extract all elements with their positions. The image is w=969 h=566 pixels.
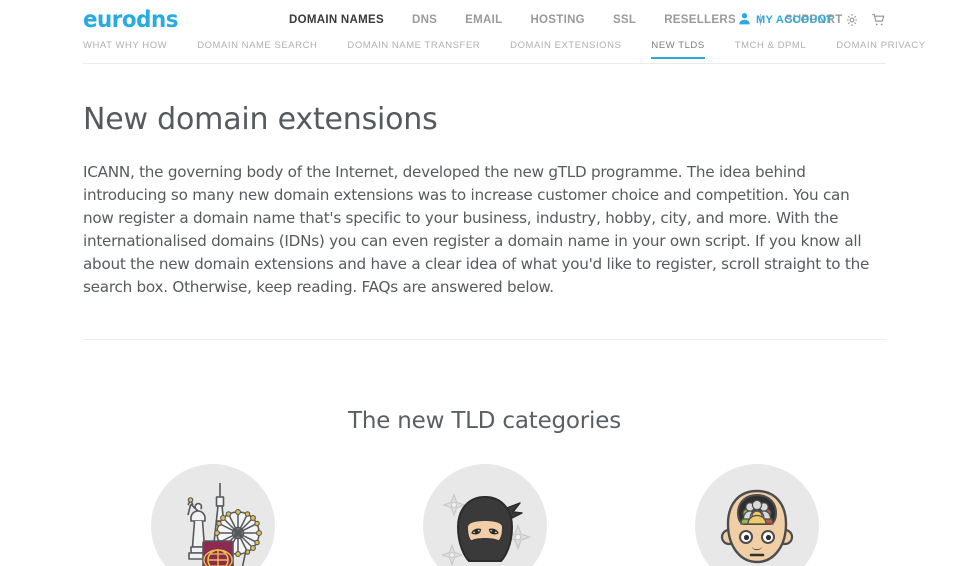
account-area: MY ACCOUNT [738, 0, 886, 40]
subnav-item-domain-name-search[interactable]: DOMAIN NAME SEARCH [197, 40, 317, 58]
main-content: New domain extensions ICANN, the governi… [0, 102, 969, 566]
header-top-bar: eurodns DOMAIN NAMES DNS EMAIL HOSTING S… [83, 0, 886, 40]
section-divider [83, 339, 886, 340]
site-logo[interactable]: eurodns [83, 8, 178, 32]
section-title-tld-categories: The new TLD categories [348, 408, 621, 434]
sub-navigation: WHAT WHY HOW DOMAIN NAME SEARCH DOMAIN N… [83, 40, 925, 64]
subnav-item-domain-name-transfer[interactable]: DOMAIN NAME TRANSFER [347, 40, 480, 58]
subnav-item-what-why-how[interactable]: WHAT WHY HOW [83, 40, 167, 58]
nav-item-email[interactable]: EMAIL [451, 0, 516, 40]
user-icon [738, 12, 751, 28]
category-item [694, 464, 819, 566]
nav-item-hosting[interactable]: HOSTING [516, 0, 599, 40]
landmarks-passport-icon[interactable] [150, 464, 275, 566]
my-account-link[interactable]: MY ACCOUNT [738, 12, 833, 28]
subnav-item-domain-extensions[interactable]: DOMAIN EXTENSIONS [510, 40, 621, 58]
my-account-label: MY ACCOUNT [756, 14, 833, 26]
subnav-item-domain-privacy[interactable]: DOMAIN PRIVACY [836, 40, 925, 58]
category-item [150, 464, 275, 566]
gear-icon[interactable] [845, 13, 859, 27]
nav-item-dns[interactable]: DNS [398, 0, 451, 40]
nav-item-ssl[interactable]: SSL [599, 0, 650, 40]
tld-category-list [83, 464, 886, 566]
subnav-item-tmch-dpml[interactable]: TMCH & DPML [735, 40, 807, 58]
intro-paragraph: ICANN, the governing body of the Interne… [83, 163, 870, 296]
subnav-item-new-tlds[interactable]: NEW TLDS [651, 40, 706, 59]
ninja-head-icon[interactable] [422, 464, 547, 566]
nav-item-domain-names[interactable]: DOMAIN NAMES [275, 0, 398, 40]
nav-item-resellers[interactable]: RESELLERS [650, 0, 750, 40]
category-item [422, 464, 547, 566]
head-with-people-icon[interactable] [694, 464, 819, 566]
page-title: New domain extensions [83, 102, 438, 137]
site-header: eurodns DOMAIN NAMES DNS EMAIL HOSTING S… [0, 0, 969, 64]
page-root: eurodns DOMAIN NAMES DNS EMAIL HOSTING S… [0, 0, 969, 566]
cart-icon[interactable] [871, 13, 886, 27]
